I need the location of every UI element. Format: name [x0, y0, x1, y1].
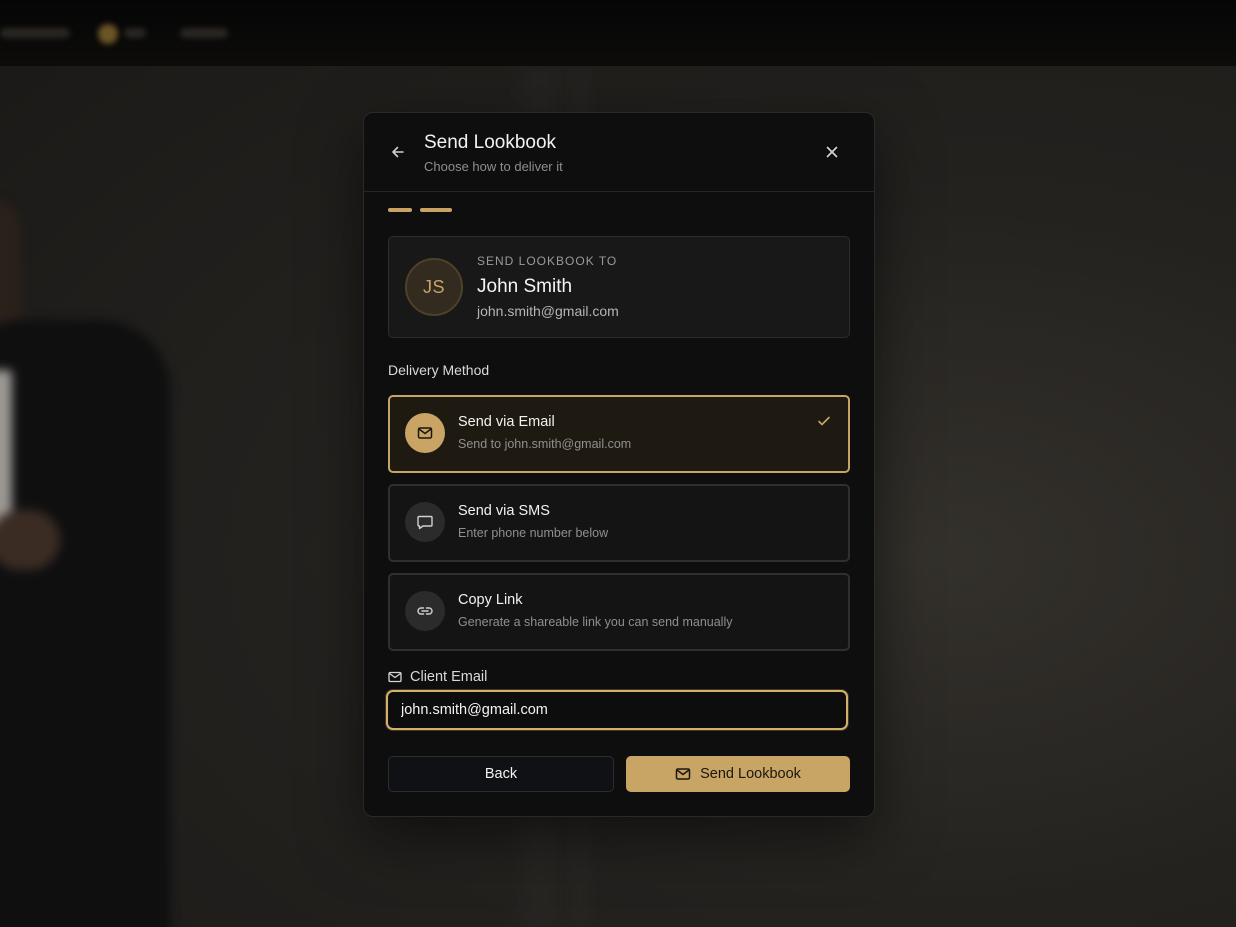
option-send-via-sms[interactable]: Send via SMS Enter phone number below [388, 484, 850, 562]
dialog-subtitle: Choose how to deliver it [424, 159, 563, 174]
message-icon [405, 502, 445, 542]
client-email-label: Client Email [388, 669, 487, 685]
back-button-label: Back [484, 766, 518, 782]
option-description: Enter phone number below [458, 526, 609, 540]
option-description: Send to john.smith@gmail.com [458, 437, 632, 451]
step-2-indicator [420, 208, 452, 212]
step-1-indicator [388, 208, 412, 212]
send-lookbook-dialog: Send Lookbook Choose how to deliver it J… [363, 112, 875, 817]
recipient-name: John Smith [477, 276, 573, 297]
mail-icon [675, 766, 691, 782]
recipient-card: JS SEND LOOKBOOK TO John Smith john.smit… [388, 236, 850, 338]
mail-icon [405, 413, 445, 453]
option-title: Send via Email [458, 414, 555, 430]
close-icon[interactable] [822, 142, 842, 162]
back-button[interactable]: Back [388, 756, 614, 792]
dialog-header: Send Lookbook Choose how to deliver it [364, 113, 874, 192]
background-topbar [0, 0, 1236, 66]
dialog-title: Send Lookbook [424, 132, 557, 153]
option-copy-link[interactable]: Copy Link Generate a shareable link you … [388, 573, 850, 651]
send-lookbook-button[interactable]: Send Lookbook [626, 756, 850, 792]
option-title: Copy Link [458, 592, 523, 608]
option-description: Generate a shareable link you can send m… [458, 615, 733, 629]
back-arrow-icon[interactable] [388, 142, 408, 162]
delivery-method-label: Delivery Method [388, 362, 490, 378]
recipient-email: john.smith@gmail.com [477, 303, 619, 319]
link-icon [405, 591, 445, 631]
send-lookbook-button-label: Send Lookbook [700, 766, 801, 782]
background-figure [0, 180, 190, 927]
avatar: JS [405, 258, 463, 316]
recipient-label: SEND LOOKBOOK TO [477, 254, 618, 268]
check-icon [816, 413, 832, 429]
client-email-label-text: Client Email [410, 669, 488, 685]
option-send-via-email[interactable]: Send via Email Send to john.smith@gmail.… [388, 395, 850, 473]
client-email-input[interactable] [386, 690, 848, 730]
mail-icon [388, 670, 402, 684]
option-title: Send via SMS [458, 503, 550, 519]
